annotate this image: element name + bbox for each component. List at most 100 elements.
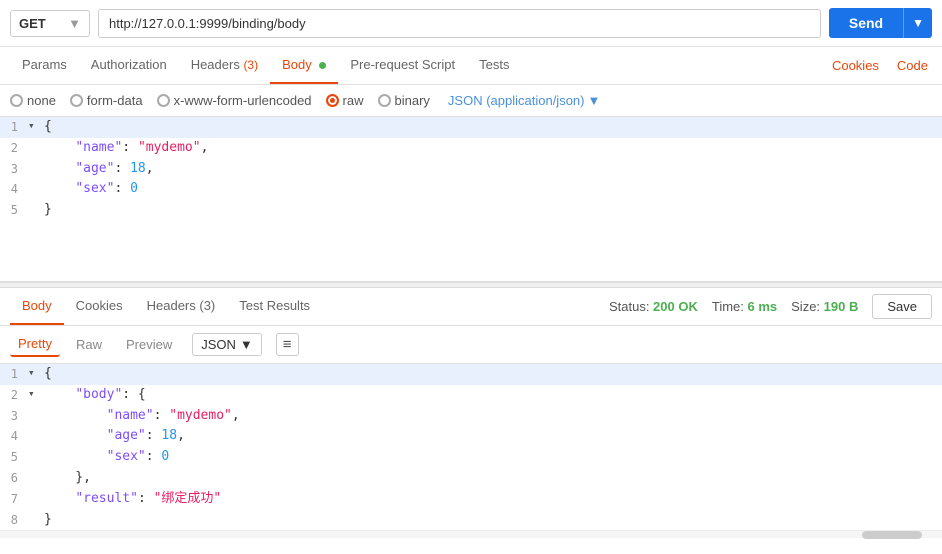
time-value: 6 ms [748,299,778,314]
method-select[interactable]: GET ▼ [10,10,90,37]
resp-content-3: "name": "mydemo", [42,406,942,427]
line-content-5: } [42,200,942,221]
body-options-bar: none form-data x-www-form-urlencoded raw… [0,85,942,117]
radio-binary-icon [378,94,391,107]
option-raw[interactable]: raw [326,93,364,108]
wrap-icon[interactable]: ≡ [276,333,299,356]
send-button[interactable]: Send [829,8,903,38]
option-raw-label: raw [343,93,364,108]
option-none[interactable]: none [10,93,56,108]
code-link[interactable]: Code [893,48,932,83]
option-binary[interactable]: binary [378,93,430,108]
scrollbar-thumb[interactable] [862,531,922,539]
headers-badge: (3) [243,58,258,72]
scrollbar[interactable] [0,530,942,538]
line-toggle-5 [28,200,42,218]
method-chevron-icon: ▼ [68,16,81,31]
response-format-select[interactable]: JSON ▼ [192,333,262,356]
response-tab-headers[interactable]: Headers (3) [135,288,228,325]
resp-toggle-5 [28,447,42,465]
json-format-chevron-icon: ▼ [587,93,600,108]
response-tab-cookies[interactable]: Cookies [64,288,135,325]
format-tab-preview[interactable]: Preview [118,333,180,356]
resp-line-num-4: 4 [0,426,28,446]
resp-toggle-1[interactable]: ▾ [28,364,42,382]
resp-line-num-3: 3 [0,406,28,426]
url-input[interactable] [98,9,821,38]
option-none-label: none [27,93,56,108]
response-line-6: 6 }, [0,468,942,489]
format-tab-raw[interactable]: Raw [68,333,110,356]
radio-none-icon [10,94,23,107]
line-num-2: 2 [0,138,28,158]
tab-headers[interactable]: Headers (3) [179,47,270,84]
option-urlencoded[interactable]: x-www-form-urlencoded [157,93,312,108]
line-content-1: { [42,117,942,138]
response-tab-body[interactable]: Body [10,288,64,325]
status-label: Status: 200 OK [609,299,698,314]
body-dot-icon [319,62,326,69]
radio-urlencoded-icon [157,94,170,107]
tab-body[interactable]: Body [270,47,338,84]
resp-line-num-1: 1 [0,364,28,384]
response-editor: 1 ▾ { 2 ▾ "body": { 3 "name": "mydemo", … [0,364,942,530]
tab-authorization[interactable]: Authorization [79,47,179,84]
line-content-2: "name": "mydemo", [42,138,942,159]
response-format-chevron-icon: ▼ [240,337,253,352]
option-urlencoded-label: x-www-form-urlencoded [174,93,312,108]
format-tab-pretty[interactable]: Pretty [10,332,60,357]
line-content-3: "age": 18, [42,159,942,180]
save-button[interactable]: Save [872,294,932,319]
response-line-2: 2 ▾ "body": { [0,385,942,406]
size-value: 190 B [824,299,859,314]
resp-toggle-7 [28,489,42,507]
resp-content-8: } [42,510,942,531]
resp-toggle-2[interactable]: ▾ [28,385,42,403]
response-line-7: 7 "result": "绑定成功" [0,489,942,510]
line-num-5: 5 [0,200,28,220]
line-toggle-3 [28,159,42,177]
status-value: 200 OK [653,299,698,314]
resp-content-6: }, [42,468,942,489]
resp-line-num-5: 5 [0,447,28,467]
resp-content-5: "sex": 0 [42,447,942,468]
line-content-4: "sex": 0 [42,179,942,200]
resp-content-2: "body": { [42,385,942,406]
option-form-data[interactable]: form-data [70,93,143,108]
option-binary-label: binary [395,93,430,108]
json-format-select[interactable]: JSON (application/json) ▼ [448,93,600,108]
response-line-8: 8 } [0,510,942,531]
radio-formdata-icon [70,94,83,107]
response-line-1: 1 ▾ { [0,364,942,385]
resp-content-7: "result": "绑定成功" [42,489,942,510]
request-line-4: 4 "sex": 0 [0,179,942,200]
method-label: GET [19,16,46,31]
tab-params[interactable]: Params [10,47,79,84]
tab-pre-request[interactable]: Pre-request Script [338,47,467,84]
resp-toggle-8 [28,510,42,528]
tabs-right: Cookies Code [828,48,932,83]
size-label: Size: 190 B [791,299,858,314]
response-line-4: 4 "age": 18, [0,426,942,447]
line-toggle-4 [28,179,42,197]
response-headers-badge: (3) [199,298,215,313]
send-arrow-button[interactable]: ▼ [903,8,932,38]
line-toggle-1[interactable]: ▾ [28,117,42,135]
resp-toggle-3 [28,406,42,424]
tab-tests[interactable]: Tests [467,47,521,84]
request-line-3: 3 "age": 18, [0,159,942,180]
cookies-link[interactable]: Cookies [828,48,883,83]
radio-raw-icon [326,94,339,107]
resp-line-num-8: 8 [0,510,28,530]
request-line-5: 5 } [0,200,942,221]
response-format-bar: Pretty Raw Preview JSON ▼ ≡ [0,326,942,364]
response-status-bar: Status: 200 OK Time: 6 ms Size: 190 B Sa… [609,294,932,319]
resp-content-4: "age": 18, [42,426,942,447]
json-format-label: JSON (application/json) [448,93,585,108]
resp-line-num-6: 6 [0,468,28,488]
response-line-5: 5 "sex": 0 [0,447,942,468]
request-editor[interactable]: 1 ▾ { 2 "name": "mydemo", 3 "age": 18, 4… [0,117,942,282]
response-tab-test-results[interactable]: Test Results [227,288,322,325]
line-num-4: 4 [0,179,28,199]
option-form-data-label: form-data [87,93,143,108]
